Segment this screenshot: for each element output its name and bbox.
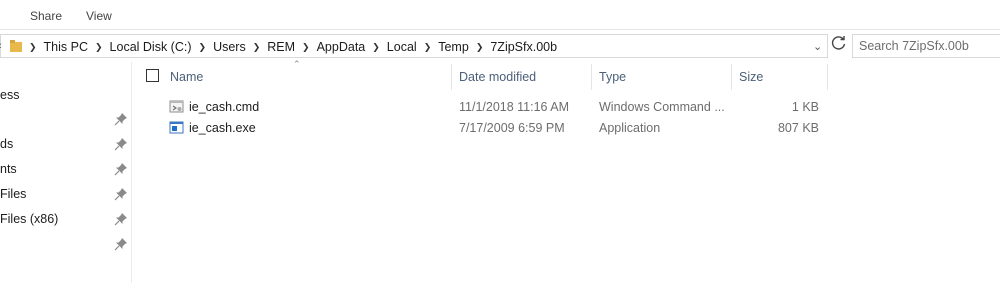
search-input[interactable] [859, 36, 999, 56]
breadcrumb-this-pc[interactable]: This PC [41, 40, 91, 54]
nav-item-label: Files (x86) [0, 212, 59, 226]
column-header-name[interactable]: Name [170, 70, 203, 84]
file-type: Windows Command ... [599, 100, 725, 114]
breadcrumb-temp[interactable]: Temp [435, 40, 472, 54]
breadcrumb-rem[interactable]: REM [264, 40, 298, 54]
column-divider[interactable] [591, 64, 592, 90]
file-date: 7/17/2009 6:59 PM [459, 121, 565, 135]
breadcrumb-separator-icon[interactable]: ❯ [420, 42, 436, 53]
pin-icon[interactable] [114, 112, 128, 126]
file-name: ie_cash.exe [189, 121, 256, 135]
pin-icon[interactable] [114, 187, 128, 201]
breadcrumb-separator-icon[interactable]: ❯ [195, 42, 211, 53]
file-name: ie_cash.cmd [189, 100, 260, 114]
breadcrumb-users[interactable]: Users [210, 40, 249, 54]
exe-file-icon [169, 121, 184, 134]
chevron-left-icon[interactable]: ‹ [0, 40, 6, 52]
pin-icon[interactable] [114, 212, 128, 226]
breadcrumb: ❯ This PC ❯ Local Disk (C:) ❯ Users ❯ RE… [25, 39, 560, 55]
refresh-icon[interactable] [829, 33, 849, 53]
address-bar[interactable]: ‹ ❯ This PC ❯ Local Disk (C:) ❯ Users ❯ … [0, 34, 828, 58]
pin-icon[interactable] [114, 137, 128, 151]
column-headers: ⌃ Name Date modified Type Size [133, 59, 1000, 92]
nav-item-desktop[interactable] [0, 108, 132, 130]
file-row[interactable]: ie_cash.cmd 11/1/2018 11:16 AM Windows C… [133, 96, 833, 117]
column-divider[interactable] [827, 64, 828, 90]
breadcrumb-separator-icon[interactable]: ❯ [472, 42, 488, 53]
cmd-file-icon [169, 100, 184, 113]
breadcrumb-separator-icon[interactable]: ❯ [298, 42, 314, 53]
pin-icon[interactable] [114, 237, 128, 251]
pin-icon[interactable] [114, 162, 128, 176]
nav-item-label: ess [0, 88, 20, 102]
breadcrumb-separator-icon[interactable]: ❯ [249, 42, 265, 53]
ribbon: Share View [0, 0, 1000, 30]
breadcrumb-separator-icon[interactable]: ❯ [25, 42, 41, 53]
file-type: Application [599, 121, 661, 135]
nav-item-label: ds [0, 137, 14, 151]
nav-item-quick-access[interactable]: ess [0, 84, 132, 106]
nav-item-label: nts [0, 162, 17, 176]
file-size: 1 KB [791, 100, 819, 114]
breadcrumb-appdata[interactable]: AppData [314, 40, 369, 54]
column-header-type[interactable]: Type [599, 70, 626, 84]
column-header-date[interactable]: Date modified [459, 70, 536, 84]
tab-share[interactable]: Share [30, 9, 62, 23]
sort-ascending-icon: ⌃ [293, 59, 301, 69]
breadcrumb-7zipsfx[interactable]: 7ZipSfx.00b [487, 40, 560, 54]
folder-icon [10, 40, 22, 52]
nav-item-documents[interactable]: nts [0, 158, 132, 180]
file-row[interactable]: ie_cash.exe 7/17/2009 6:59 PM Applicatio… [133, 117, 833, 138]
chevron-down-icon[interactable]: ⌄ [813, 40, 822, 53]
file-list: ie_cash.cmd 11/1/2018 11:16 AM Windows C… [133, 96, 1000, 138]
column-header-size[interactable]: Size [739, 70, 763, 84]
navigation-pane: ess ds nts Files Files (x86) [0, 62, 132, 283]
search-box[interactable] [852, 34, 1000, 58]
address-row: ‹ ❯ This PC ❯ Local Disk (C:) ❯ Users ❯ … [0, 31, 1000, 61]
breadcrumb-separator-icon[interactable]: ❯ [91, 42, 107, 53]
nav-item-pinned[interactable] [0, 233, 132, 255]
nav-item-program-files-x86[interactable]: Files (x86) [0, 208, 132, 230]
nav-item-label: Files [0, 187, 27, 201]
file-size: 807 KB [777, 121, 819, 135]
breadcrumb-local-disk[interactable]: Local Disk (C:) [107, 40, 195, 54]
column-divider[interactable] [451, 64, 452, 90]
column-divider[interactable] [731, 64, 732, 90]
nav-item-program-files[interactable]: Files [0, 183, 132, 205]
file-date: 11/1/2018 11:16 AM [459, 100, 570, 114]
nav-item-downloads[interactable]: ds [0, 133, 132, 155]
breadcrumb-local[interactable]: Local [384, 40, 420, 54]
tab-view[interactable]: View [86, 9, 112, 23]
breadcrumb-separator-icon[interactable]: ❯ [368, 42, 384, 53]
select-all-checkbox[interactable] [146, 69, 159, 82]
